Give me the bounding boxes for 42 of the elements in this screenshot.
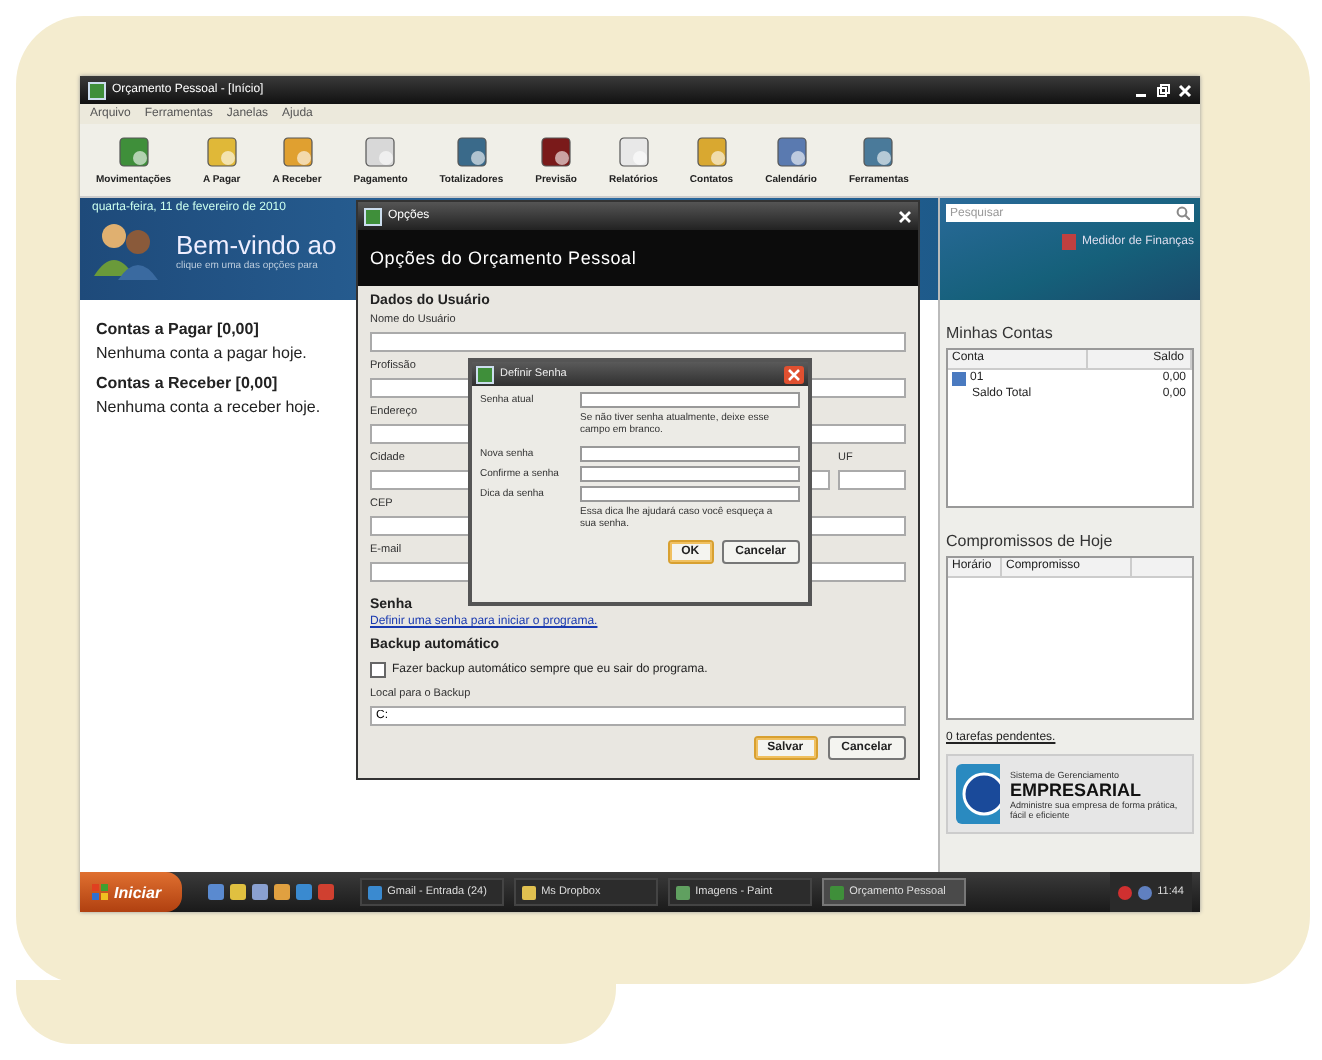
start-button[interactable]: Iniciar <box>80 872 182 912</box>
app-icon <box>693 134 730 170</box>
windows-logo-icon <box>92 884 108 900</box>
password-field[interactable] <box>580 392 800 408</box>
welcome-title: Bem-vindo ao <box>176 229 337 259</box>
section-heading: Contas a Pagar [0,00] <box>96 320 259 338</box>
checkbox[interactable] <box>370 662 386 678</box>
search-icon <box>1176 206 1190 220</box>
app-icon <box>829 885 844 899</box>
ad-title: EMPRESARIAL <box>1010 779 1144 799</box>
app-icon <box>279 134 316 170</box>
close-icon[interactable] <box>898 209 912 223</box>
app-icon <box>367 885 382 899</box>
input-field[interactable] <box>370 332 906 352</box>
close-icon[interactable] <box>784 365 804 383</box>
restore-icon[interactable] <box>1156 83 1170 97</box>
password-field[interactable] <box>580 486 800 502</box>
app-icon <box>615 134 652 170</box>
section-heading: Contas a Receber [0,00] <box>96 374 278 392</box>
input-field[interactable] <box>838 470 906 490</box>
app-icon <box>860 134 897 170</box>
app-icon <box>88 81 106 99</box>
summary-text: Nenhuma conta a pagar hoje. <box>96 344 307 362</box>
app-icon <box>364 207 382 225</box>
logo-icon <box>954 762 1001 826</box>
people-icon <box>92 220 160 280</box>
app-icon <box>362 134 399 170</box>
summary-text: Nenhuma conta a receber hoje. <box>96 398 321 416</box>
panel-title: Compromissos de Hoje <box>944 530 1115 554</box>
app-icon <box>773 134 810 170</box>
password-field[interactable] <box>580 446 800 462</box>
password-field[interactable] <box>580 466 800 482</box>
app-icon <box>538 134 575 170</box>
close-icon[interactable] <box>1178 83 1192 97</box>
app-icon <box>476 365 494 383</box>
dialog-header: Opções do Orçamento Pessoal <box>358 230 918 286</box>
app-icon <box>115 134 152 170</box>
app-icon <box>521 885 536 899</box>
app-icon <box>453 134 490 170</box>
app-icon <box>675 885 690 899</box>
panel-title: Minhas Contas <box>944 322 1055 346</box>
app-icon <box>203 134 240 170</box>
